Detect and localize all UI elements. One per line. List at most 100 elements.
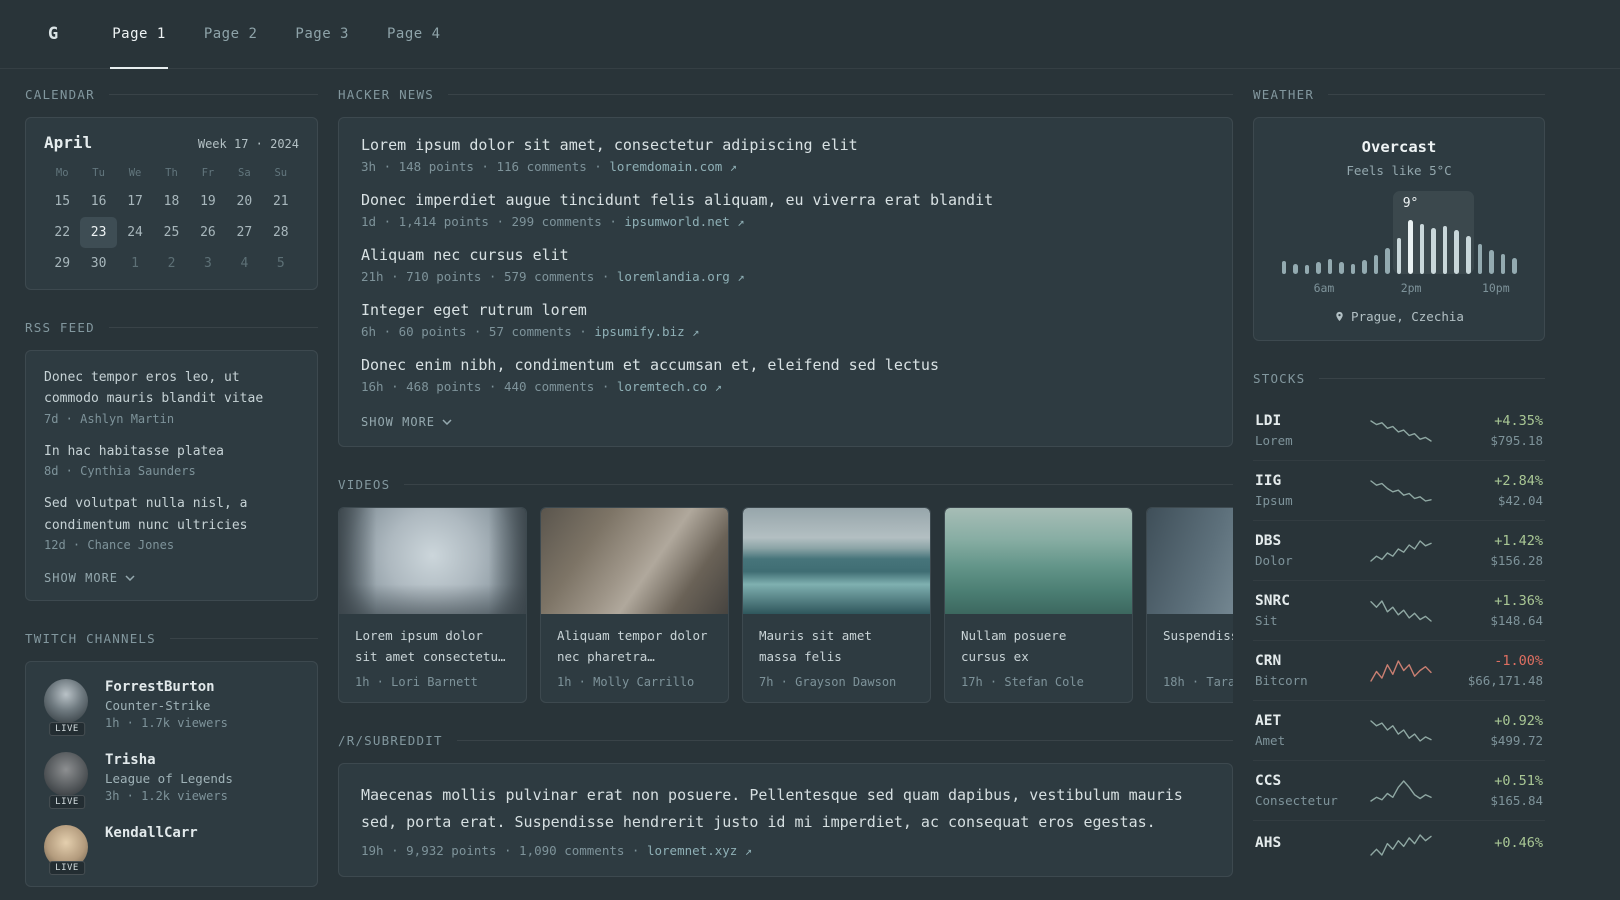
video-title: Suspendisse diam bbox=[1163, 628, 1233, 643]
live-badge: LIVE bbox=[49, 861, 85, 876]
twitch-channel-row[interactable]: LIVE ForrestBurton Counter-Strike 1h · 1… bbox=[44, 679, 299, 737]
calendar-weekday: Su bbox=[274, 167, 288, 179]
page-tab[interactable]: Page 2 bbox=[190, 0, 272, 68]
stock-sparkline bbox=[1349, 719, 1453, 743]
section-header-stocks: STOCKS bbox=[1253, 371, 1545, 386]
hackernews-item-meta: 3h · 148 points · 116 comments · loremdo… bbox=[361, 159, 1210, 174]
stock-row[interactable]: IIG Ipsum +2.84% $42.04 bbox=[1253, 460, 1545, 520]
hackernews-item-title[interactable]: Integer eget rutrum lorem bbox=[361, 301, 1210, 319]
hackernews-item-domain[interactable]: ipsumworld.net bbox=[624, 214, 729, 229]
video-thumbnail bbox=[945, 508, 1132, 614]
twitch-channel-row[interactable]: LIVE Trisha League of Legends 3h · 1.2k … bbox=[44, 752, 299, 810]
stock-row[interactable]: AHS +0.46% bbox=[1253, 820, 1545, 869]
calendar-day: 21 bbox=[272, 194, 289, 209]
app-logo[interactable]: G bbox=[48, 24, 58, 44]
rss-section: RSS FEED Donec tempor eros leo, ut commo… bbox=[25, 320, 318, 602]
stock-name: Amet bbox=[1255, 733, 1286, 748]
hackernews-item-title[interactable]: Donec imperdiet augue tincidunt felis al… bbox=[361, 191, 1210, 209]
twitch-channel-row[interactable]: LIVE KendallCarr bbox=[44, 825, 299, 876]
stock-row[interactable]: AET Amet +0.92% $499.72 bbox=[1253, 700, 1545, 760]
page-tab[interactable]: Page 3 bbox=[281, 0, 363, 68]
section-header-hackernews: HACKER NEWS bbox=[338, 87, 1233, 102]
video-card[interactable]: Suspendisse diam 18h · Tara bbox=[1146, 507, 1233, 704]
stock-symbol: LDI bbox=[1255, 413, 1282, 429]
left-column: CALENDAR April Week 17 · 2024 Mo Tu We Th Fr… bbox=[25, 87, 318, 900]
page-tab[interactable]: Page 4 bbox=[373, 0, 455, 68]
stock-price: $66,171.48 bbox=[1467, 673, 1543, 688]
hackernews-item-domain[interactable]: loremtech.co bbox=[617, 379, 707, 394]
hackernews-item: Integer eget rutrum lorem 6h · 60 points… bbox=[361, 301, 1210, 339]
weather-temp-bar bbox=[1419, 224, 1425, 274]
hackernews-item-meta: 21h · 710 points · 579 comments · loreml… bbox=[361, 269, 1210, 284]
hackernews-item-title[interactable]: Aliquam nec cursus elit bbox=[361, 246, 1210, 264]
section-title: HACKER NEWS bbox=[338, 87, 434, 102]
rss-item[interactable]: In hac habitasse platea 8d · Cynthia Sau… bbox=[44, 441, 299, 478]
stock-name: Consectetur bbox=[1255, 793, 1338, 808]
weather-temp-bar bbox=[1500, 254, 1506, 274]
calendar-week-label: Week 17 · 2024 bbox=[197, 137, 299, 151]
rss-item-meta: 12d · Chance Jones bbox=[44, 538, 175, 553]
stock-values: +0.51% $165.84 bbox=[1453, 773, 1543, 808]
video-title: Nullam posuere cursus ex bbox=[961, 628, 1067, 664]
hackernews-item-title[interactable]: Lorem ipsum dolor sit amet, consectetur … bbox=[361, 136, 1210, 154]
rss-list: Donec tempor eros leo, ut commodo mauris… bbox=[44, 367, 299, 552]
hackernews-item-domain[interactable]: ipsumify.biz bbox=[594, 324, 684, 339]
stock-row[interactable]: LDI Lorem +4.35% $795.18 bbox=[1253, 401, 1545, 460]
rss-show-more-button[interactable]: SHOW MORE bbox=[44, 571, 135, 585]
weather-bar-slot bbox=[1439, 194, 1451, 274]
section-header-weather: WEATHER bbox=[1253, 87, 1545, 102]
calendar-weekday: We bbox=[128, 167, 142, 179]
calendar-day: 28 bbox=[272, 225, 289, 240]
hackernews-item: Donec imperdiet augue tincidunt felis al… bbox=[361, 191, 1210, 229]
stock-change: +0.51% bbox=[1494, 773, 1543, 789]
hackernews-show-more-button[interactable]: SHOW MORE bbox=[361, 415, 452, 429]
subreddit-post-domain[interactable]: loremnet.xyz bbox=[647, 843, 737, 858]
weather-bar-slot bbox=[1382, 194, 1394, 274]
external-link-icon: ↗ bbox=[692, 325, 700, 339]
rss-item-title: Sed volutpat nulla nisl, a condimentum n… bbox=[44, 496, 248, 533]
hackernews-item-domain[interactable]: loremlandia.org bbox=[617, 269, 730, 284]
section-header-twitch: TWITCH CHANNELS bbox=[25, 631, 318, 646]
stock-row[interactable]: CRN Bitcorn -1.00% $66,171.48 bbox=[1253, 640, 1545, 700]
stock-row[interactable]: DBS Dolor +1.42% $156.28 bbox=[1253, 520, 1545, 580]
video-card[interactable]: Lorem ipsum dolor sit amet consectetu… 1… bbox=[338, 507, 527, 704]
hackernews-item-title[interactable]: Donec enim nibh, condimentum et accumsan… bbox=[361, 356, 1210, 374]
calendar-weekday: Th bbox=[165, 167, 178, 179]
weather-bar-slot bbox=[1324, 194, 1336, 274]
video-title: Lorem ipsum dolor sit amet consectetu… bbox=[355, 628, 506, 664]
page-tab[interactable]: Page 1 bbox=[98, 0, 180, 69]
weather-bar-slot bbox=[1474, 194, 1486, 274]
hackernews-section: HACKER NEWS Lorem ipsum dolor sit amet, … bbox=[338, 87, 1233, 447]
videos-section: VIDEOS Lorem ipsum dolor sit amet consec… bbox=[338, 477, 1233, 704]
subreddit-post-title[interactable]: Maecenas mollis pulvinar erat non posuer… bbox=[361, 782, 1210, 835]
section-title: CALENDAR bbox=[25, 87, 95, 102]
video-card[interactable]: Nullam posuere cursus ex 17h · Stefan Co… bbox=[944, 507, 1133, 704]
calendar-weekday: Tu bbox=[92, 167, 105, 179]
rss-item[interactable]: Sed volutpat nulla nisl, a condimentum n… bbox=[44, 493, 299, 552]
weather-bar-slot bbox=[1359, 194, 1371, 274]
video-thumbnail bbox=[339, 508, 526, 614]
video-card[interactable]: Aliquam tempor dolor nec pharetra… 1h · … bbox=[540, 507, 729, 704]
subreddit-post-meta: 19h · 9,932 points · 1,090 comments · lo… bbox=[361, 843, 1210, 858]
show-more-label: SHOW MORE bbox=[44, 571, 119, 586]
stock-identity: CRN Bitcorn bbox=[1255, 653, 1349, 688]
calendar-day: 30 bbox=[90, 256, 107, 271]
stock-change: +4.35% bbox=[1494, 413, 1543, 429]
stock-row[interactable]: CCS Consectetur +0.51% $165.84 bbox=[1253, 760, 1545, 820]
stock-name: Sit bbox=[1255, 613, 1278, 628]
calendar-day: 19 bbox=[200, 194, 216, 209]
section-header-subreddit: /R/SUBREDDIT bbox=[338, 733, 1233, 748]
video-card-body: Mauris sit amet massa felis 7h · Grayson… bbox=[743, 614, 930, 702]
twitch-channel-meta: 1h · 1.7k viewers bbox=[105, 716, 228, 731]
stock-row[interactable]: SNRC Sit +1.36% $148.64 bbox=[1253, 580, 1545, 640]
calendar-day: 20 bbox=[236, 194, 253, 209]
stock-price: $156.28 bbox=[1490, 553, 1543, 568]
weather-time-label: 2pm bbox=[1400, 281, 1422, 295]
stock-price: $165.84 bbox=[1490, 793, 1543, 808]
weather-bar-slot bbox=[1301, 194, 1313, 274]
video-card[interactable]: Mauris sit amet massa felis 7h · Grayson… bbox=[742, 507, 931, 704]
rss-item[interactable]: Donec tempor eros leo, ut commodo mauris… bbox=[44, 367, 299, 426]
stock-sparkline bbox=[1349, 833, 1453, 857]
weather-bar-slot bbox=[1290, 194, 1302, 274]
hackernews-item-domain[interactable]: loremdomain.com bbox=[609, 159, 722, 174]
